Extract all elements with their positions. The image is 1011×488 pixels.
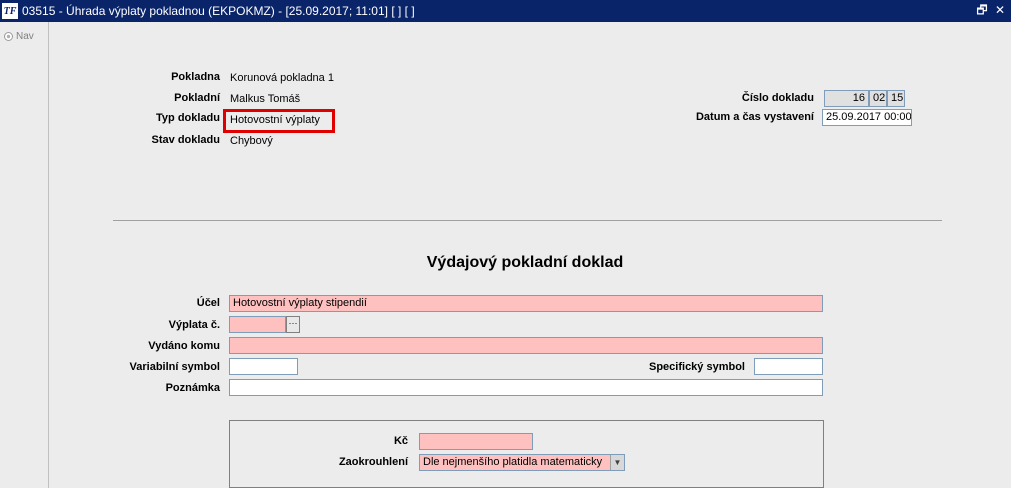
vydano-komu-label: Vydáno komu bbox=[148, 340, 220, 352]
variabilni-symbol-label: Variabilní symbol bbox=[129, 361, 220, 373]
zaokrouhleni-selected-value: Dle nejmenšího platidla matematicky bbox=[423, 456, 603, 468]
cislo-dokladu-part1: 16 bbox=[824, 90, 869, 107]
main-panel: Pokladna Korunová pokladna 1 Pokladní Ma… bbox=[50, 22, 1011, 488]
vyplata-label: Výplata č. bbox=[168, 319, 220, 331]
kc-field[interactable] bbox=[419, 433, 533, 450]
stav-dokladu-value: Chybový bbox=[230, 135, 273, 147]
window-controls: 🗗 ✕ bbox=[975, 3, 1007, 17]
cislo-dokladu-label: Číslo dokladu bbox=[741, 92, 814, 104]
vydano-komu-field[interactable] bbox=[229, 337, 823, 354]
pokladna-label: Pokladna bbox=[171, 71, 220, 83]
kc-label: Kč bbox=[393, 435, 408, 447]
pokladna-value: Korunová pokladna 1 bbox=[230, 72, 334, 84]
typ-dokladu-label: Typ dokladu bbox=[156, 112, 220, 124]
ucel-label: Účel bbox=[196, 297, 220, 309]
restore-icon[interactable]: 🗗 bbox=[975, 3, 989, 17]
typ-dokladu-value: Hotovostní výplaty bbox=[230, 114, 320, 126]
pokladni-value: Malkus Tomáš bbox=[230, 93, 301, 105]
title-bar: TF 03515 - Úhrada výplaty pokladnou (EKP… bbox=[0, 0, 1011, 22]
cislo-dokladu-part2: 02 bbox=[869, 90, 887, 107]
variabilni-symbol-field[interactable] bbox=[229, 358, 298, 375]
pokladni-label: Pokladní bbox=[174, 92, 220, 104]
datum-vystaveni-label: Datum a čas vystavení bbox=[695, 111, 814, 123]
dropdown-arrow-icon[interactable]: ▼ bbox=[610, 455, 624, 470]
zaokrouhleni-select[interactable]: Dle nejmenšího platidla matematicky ▼ bbox=[419, 454, 625, 471]
poznamka-label: Poznámka bbox=[165, 382, 220, 394]
window-title: 03515 - Úhrada výplaty pokladnou (EKPOKM… bbox=[22, 4, 415, 18]
specificky-symbol-label: Specifický symbol bbox=[649, 361, 745, 373]
ucel-field[interactable]: Hotovostní výplaty stipendií bbox=[229, 295, 823, 312]
stav-dokladu-label: Stav dokladu bbox=[151, 134, 220, 146]
nav-radio-icon bbox=[4, 32, 13, 41]
nav-button[interactable]: Nav bbox=[4, 31, 48, 42]
nav-label: Nav bbox=[16, 31, 34, 42]
section-divider bbox=[113, 220, 942, 221]
zaokrouhleni-label: Zaokrouhlení bbox=[338, 456, 408, 468]
close-icon[interactable]: ✕ bbox=[993, 3, 1007, 17]
vyplata-ellipsis-button[interactable]: ··· bbox=[286, 316, 300, 333]
vyplata-field[interactable] bbox=[229, 316, 286, 333]
datum-vystaveni-field[interactable]: 25.09.2017 00:00 bbox=[822, 109, 912, 126]
form-title: Výdajový pokladní doklad bbox=[426, 254, 624, 271]
specificky-symbol-field[interactable] bbox=[754, 358, 823, 375]
app-logo-icon: TF bbox=[2, 3, 18, 19]
cislo-dokladu-part3: 15 bbox=[887, 90, 905, 107]
poznamka-field[interactable] bbox=[229, 379, 823, 396]
left-panel: Nav bbox=[0, 22, 49, 488]
